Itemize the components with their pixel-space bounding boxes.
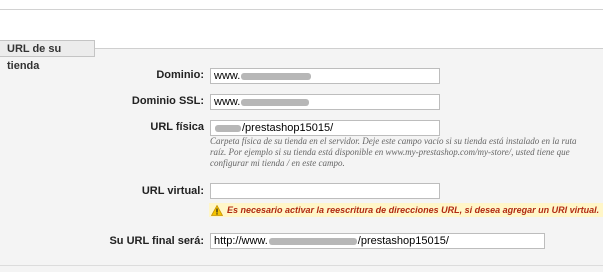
warning-icon	[211, 205, 223, 217]
top-divider	[0, 9, 603, 10]
help-line-1: Carpeta física de su tienda en el servid…	[210, 136, 577, 146]
help-line-2: raíz. Por ejemplo si su tienda está disp…	[210, 147, 570, 157]
virtual-url-input[interactable]	[210, 183, 440, 199]
rewrite-warning: Es necesario activar la reescritura de d…	[209, 203, 603, 217]
warning-text: Es necesario activar la reescritura de d…	[227, 205, 600, 215]
domain-ssl-value: www.	[214, 96, 241, 108]
domain-label: Dominio:	[156, 69, 204, 81]
domain-input[interactable]: www.	[210, 68, 440, 84]
final-url-suffix: /prestashop15015/	[357, 235, 449, 247]
domain-ssl-label: Dominio SSL:	[131, 95, 204, 107]
physical-url-input[interactable]: /prestashop15015/	[210, 120, 440, 136]
physical-url-label: URL física	[150, 121, 204, 133]
domain-value: www.	[214, 70, 241, 82]
redacted-blur	[241, 72, 312, 80]
final-url-label: Su URL final será:	[109, 235, 204, 247]
section-title: URL de su tienda	[0, 40, 95, 72]
help-line-3: configurar mi tienda / en este campo.	[210, 158, 345, 168]
bottom-divider	[0, 265, 603, 266]
redacted-blur	[215, 124, 241, 132]
physical-url-help: Carpeta física de su tienda en el servid…	[210, 136, 603, 169]
final-url-display[interactable]: http://www. /prestashop15015/	[210, 233, 545, 249]
virtual-url-label: URL virtual:	[141, 185, 204, 197]
redacted-blur	[268, 237, 357, 245]
domain-ssl-input[interactable]: www.	[210, 94, 440, 110]
redacted-blur	[241, 98, 310, 106]
physical-url-value: /prestashop15015/	[242, 122, 334, 134]
final-url-prefix: http://www.	[214, 235, 268, 247]
